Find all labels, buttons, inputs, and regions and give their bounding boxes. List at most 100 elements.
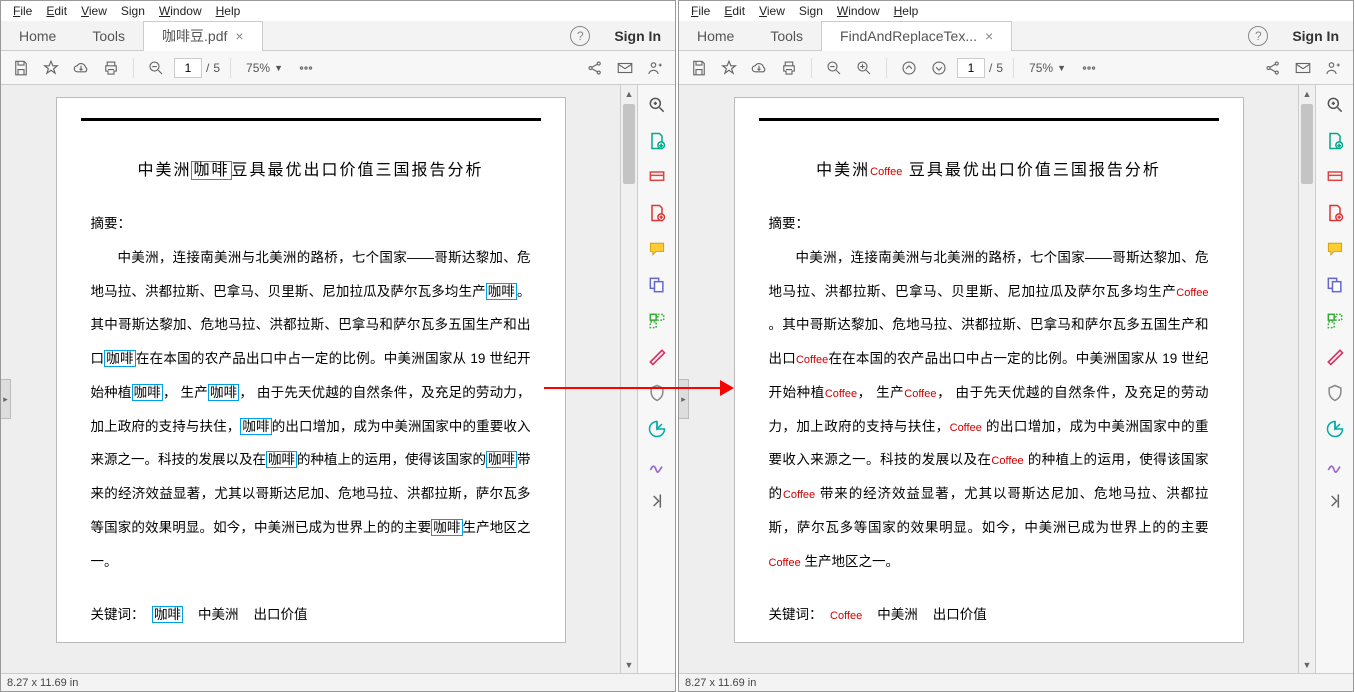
cloud-icon[interactable] (747, 56, 771, 80)
menubar: File Edit View Sign Window Help (1, 1, 675, 21)
page-down-icon[interactable] (927, 56, 951, 80)
organize-icon[interactable] (645, 309, 669, 333)
tab-document[interactable]: FindAndReplaceTex... × (821, 21, 1012, 51)
create-pdf-icon[interactable] (1323, 165, 1347, 189)
menu-view[interactable]: View (75, 4, 113, 18)
scroll-down-icon[interactable]: ▼ (1299, 656, 1315, 673)
menu-help[interactable]: Help (210, 4, 247, 18)
more-icon[interactable] (1077, 56, 1101, 80)
tab-document[interactable]: 咖啡豆.pdf × (143, 21, 263, 51)
fill-sign-icon[interactable] (1323, 453, 1347, 477)
page-current-input[interactable] (174, 58, 202, 78)
share-icon[interactable] (583, 56, 607, 80)
edit-pdf-icon[interactable] (1323, 201, 1347, 225)
close-icon[interactable]: × (985, 28, 993, 44)
combine-icon[interactable] (645, 273, 669, 297)
create-pdf-icon[interactable] (645, 165, 669, 189)
menu-sign[interactable]: Sign (115, 4, 151, 18)
scroll-up-icon[interactable]: ▲ (621, 85, 637, 102)
search-tool-icon[interactable] (1323, 93, 1347, 117)
help-icon[interactable]: ? (1248, 26, 1268, 46)
menu-view[interactable]: View (753, 4, 791, 18)
toolbar: / 5 75% ▼ (679, 51, 1353, 85)
sign-in-button[interactable]: Sign In (600, 28, 675, 44)
optimize-icon[interactable] (645, 417, 669, 441)
scroll-up-icon[interactable]: ▲ (1299, 85, 1315, 102)
redact-icon[interactable] (645, 345, 669, 369)
optimize-icon[interactable] (1323, 417, 1347, 441)
menu-sign[interactable]: Sign (793, 4, 829, 18)
page-up-icon[interactable] (897, 56, 921, 80)
mail-icon[interactable] (613, 56, 637, 80)
menu-file[interactable]: File (685, 4, 716, 18)
add-person-icon[interactable] (643, 56, 667, 80)
vertical-scrollbar[interactable]: ▲ ▼ (1298, 85, 1315, 673)
document-viewport[interactable]: ▸ 中美洲Coffee 豆具最优出口价值三国报告分析 摘要： 中美洲，连接南美洲… (679, 85, 1298, 673)
save-icon[interactable] (9, 56, 33, 80)
star-icon[interactable] (39, 56, 63, 80)
organize-icon[interactable] (1323, 309, 1347, 333)
transition-arrow (544, 378, 734, 398)
page-current-input[interactable] (957, 58, 985, 78)
collapse-rail-icon[interactable] (1323, 489, 1347, 513)
redact-icon[interactable] (1323, 345, 1347, 369)
page-total: 5 (213, 61, 220, 75)
tab-tools[interactable]: Tools (752, 21, 821, 51)
sign-in-button[interactable]: Sign In (1278, 28, 1353, 44)
zoom-out-icon[interactable] (144, 56, 168, 80)
zoom-in-icon[interactable] (852, 56, 876, 80)
tab-bar: Home Tools FindAndReplaceTex... × ? Sign… (679, 21, 1353, 51)
help-icon[interactable]: ? (570, 26, 590, 46)
combine-icon[interactable] (1323, 273, 1347, 297)
star-icon[interactable] (717, 56, 741, 80)
fill-sign-icon[interactable] (645, 453, 669, 477)
page-indicator: / 5 (957, 58, 1003, 78)
tab-tools[interactable]: Tools (74, 21, 143, 51)
keywords: 关键词： Coffee 中美洲 出口价值 (769, 598, 1209, 632)
cloud-icon[interactable] (69, 56, 93, 80)
doc-title: 中美洲Coffee 豆具最优出口价值三国报告分析 (769, 151, 1209, 191)
abstract-label: 摘要： (91, 207, 531, 241)
left-window: File Edit View Sign Window Help Home Too… (0, 0, 676, 692)
collapse-rail-icon[interactable] (645, 489, 669, 513)
share-icon[interactable] (1261, 56, 1285, 80)
menu-window[interactable]: Window (153, 4, 208, 18)
comment-icon[interactable] (645, 237, 669, 261)
document-viewport[interactable]: ▸ 中美洲咖啡豆具最优出口价值三国报告分析 摘要： 中美洲，连接南美洲与北美洲的… (1, 85, 620, 673)
export-pdf-icon[interactable] (645, 129, 669, 153)
export-pdf-icon[interactable] (1323, 129, 1347, 153)
scrollbar-thumb[interactable] (1301, 104, 1313, 184)
zoom-select[interactable]: 75% ▼ (1024, 58, 1071, 78)
toolbar: / 5 75% ▼ (1, 51, 675, 85)
abstract-label: 摘要： (769, 207, 1209, 241)
menu-help[interactable]: Help (888, 4, 925, 18)
more-icon[interactable] (294, 56, 318, 80)
menu-window[interactable]: Window (831, 4, 886, 18)
add-person-icon[interactable] (1321, 56, 1345, 80)
nav-panel-toggle[interactable]: ▸ (1, 379, 11, 419)
tab-home[interactable]: Home (679, 21, 752, 51)
close-icon[interactable]: × (235, 28, 243, 44)
page-content: 中美洲Coffee 豆具最优出口价值三国报告分析 摘要： 中美洲，连接南美洲与北… (734, 97, 1244, 643)
search-tool-icon[interactable] (645, 93, 669, 117)
scrollbar-thumb[interactable] (623, 104, 635, 184)
menu-edit[interactable]: Edit (718, 4, 751, 18)
save-icon[interactable] (687, 56, 711, 80)
edit-pdf-icon[interactable] (645, 201, 669, 225)
print-icon[interactable] (99, 56, 123, 80)
comment-icon[interactable] (1323, 237, 1347, 261)
print-icon[interactable] (777, 56, 801, 80)
mail-icon[interactable] (1291, 56, 1315, 80)
protect-icon[interactable] (1323, 381, 1347, 405)
keywords: 关键词： 咖啡 中美洲 出口价值 (91, 598, 531, 632)
doc-title: 中美洲咖啡豆具最优出口价值三国报告分析 (91, 151, 531, 191)
menu-edit[interactable]: Edit (40, 4, 73, 18)
tab-home[interactable]: Home (1, 21, 74, 51)
highlight: 咖啡 (191, 161, 231, 180)
menu-file[interactable]: File (7, 4, 38, 18)
scroll-down-icon[interactable]: ▼ (621, 656, 637, 673)
body-paragraph: 中美洲，连接南美洲与北美洲的路桥，七个国家——哥斯达黎加、危地马拉、洪都拉斯、巴… (769, 241, 1209, 579)
zoom-select[interactable]: 75% ▼ (241, 58, 288, 78)
zoom-out-icon[interactable] (822, 56, 846, 80)
chevron-down-icon: ▼ (274, 63, 283, 73)
